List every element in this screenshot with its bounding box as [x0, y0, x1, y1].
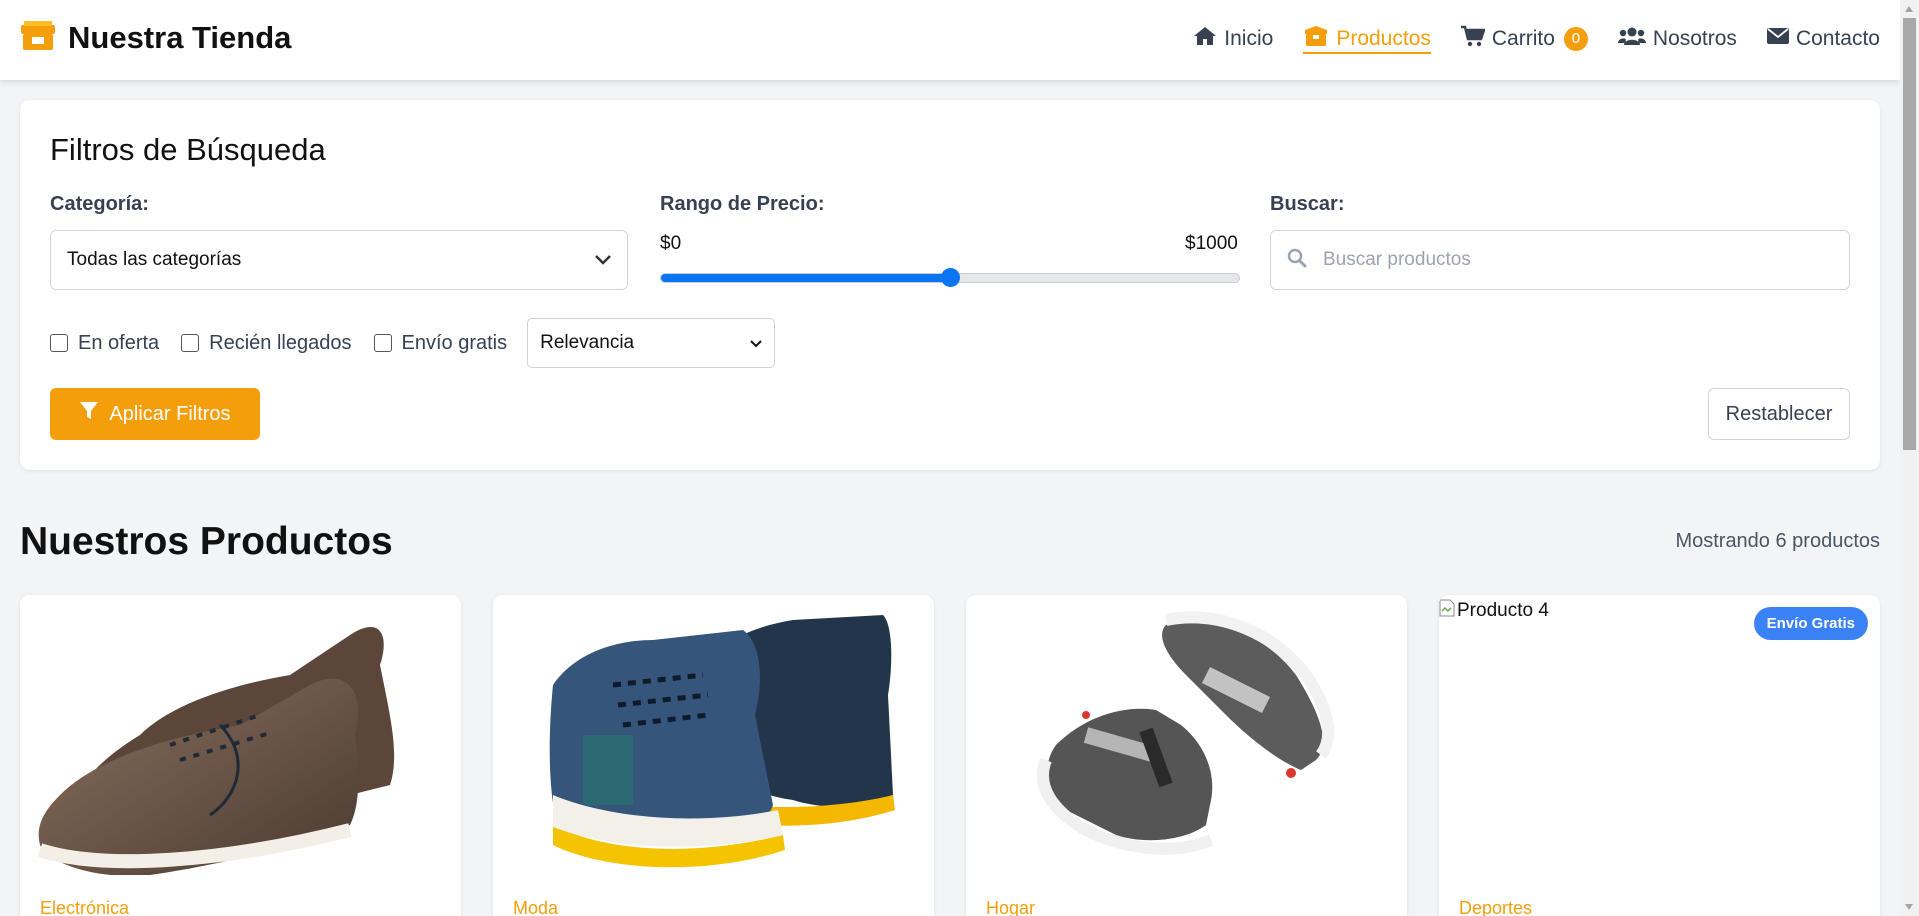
site-header: Nuestra Tienda Inicio Productos Carrito	[0, 0, 1900, 80]
sort-select-value: Relevancia	[540, 332, 635, 353]
products-count: Mostrando 6 productos	[1675, 530, 1880, 552]
checkbox-box[interactable]	[181, 334, 200, 352]
product-image: Producto 4 Envío Gratis	[1439, 595, 1880, 875]
checkbox-envio-gratis[interactable]: Envío gratis	[373, 331, 508, 355]
apply-filters-button[interactable]: Aplicar Filtros	[50, 388, 260, 440]
chevron-down-icon	[750, 332, 762, 354]
nav-nosotros[interactable]: Nosotros	[1617, 26, 1737, 54]
price-label: Rango de Precio:	[660, 193, 825, 215]
filter-icon	[79, 401, 99, 427]
apply-filters-label: Aplicar Filtros	[109, 402, 231, 425]
scroll-down-arrow[interactable]	[1905, 904, 1913, 910]
free-shipping-badge: Envío Gratis	[1753, 607, 1868, 640]
reset-button[interactable]: Restablecer	[1708, 388, 1850, 440]
price-max: $1000	[1185, 233, 1238, 254]
nav-inicio-label: Inicio	[1224, 27, 1274, 50]
category-label: Categoría:	[50, 193, 149, 215]
main-nav: Inicio Productos Carrito 0 Nosotros Cont…	[1193, 0, 1880, 80]
product-card[interactable]: Hogar	[966, 595, 1407, 916]
product-category: Hogar	[986, 898, 1036, 916]
broken-image-icon	[1439, 599, 1455, 623]
chevron-down-icon	[595, 249, 611, 271]
product-image	[966, 595, 1407, 875]
products-title: Nuestros Productos	[20, 520, 393, 563]
search-icon	[1287, 248, 1307, 273]
product-image	[20, 595, 461, 876]
checkbox-en-oferta[interactable]: En oferta	[50, 332, 159, 355]
checkbox-label: Envío gratis	[401, 331, 508, 354]
product-category: Electrónica	[40, 898, 130, 916]
nav-nosotros-label: Nosotros	[1652, 27, 1737, 50]
product-card[interactable]: Moda	[493, 595, 934, 916]
home-icon	[1193, 26, 1217, 52]
site-title: Nuestra Tienda	[68, 20, 292, 55]
cart-count-badge: 0	[1563, 27, 1588, 51]
nav-contacto-label: Contacto	[1795, 27, 1880, 50]
checkbox-label: Recién llegados	[209, 331, 352, 354]
store-icon	[20, 20, 56, 56]
filters-panel: Filtros de Búsqueda Categoría: Todas las…	[20, 100, 1880, 470]
product-card[interactable]: Producto 4 Envío Gratis Deportes	[1439, 595, 1880, 916]
cart-icon	[1460, 25, 1486, 53]
box-icon	[1303, 26, 1329, 52]
users-icon	[1617, 26, 1646, 52]
broken-image: Producto 4	[1439, 599, 1549, 623]
scroll-up-arrow[interactable]	[1905, 6, 1913, 12]
logo[interactable]: Nuestra Tienda	[20, 20, 291, 56]
checkbox-recien-llegados[interactable]: Recién llegados	[181, 331, 352, 355]
price-slider[interactable]	[660, 268, 1240, 287]
scrollbar-thumb[interactable]	[1903, 18, 1916, 450]
price-min: $0	[660, 233, 682, 254]
search-input[interactable]	[1321, 248, 1805, 272]
nav-contacto[interactable]: Contacto	[1766, 27, 1880, 53]
image-alt-text: Producto 4	[1457, 600, 1549, 621]
product-category: Deportes	[1459, 898, 1533, 916]
nav-productos-label: Productos	[1336, 27, 1431, 50]
product-card[interactable]: Electrónica	[20, 595, 461, 916]
nav-productos[interactable]: Productos	[1303, 26, 1431, 54]
sort-select[interactable]: Relevancia	[527, 318, 776, 368]
nav-carrito-label: Carrito	[1491, 27, 1555, 50]
search-label: Buscar:	[1270, 193, 1345, 215]
envelope-icon	[1766, 27, 1789, 51]
nav-carrito[interactable]: Carrito 0	[1460, 25, 1588, 55]
product-image	[493, 595, 934, 875]
price-slider-fill	[661, 274, 950, 282]
filter-options: En oferta Recién llegados Envío gratis R…	[50, 318, 776, 368]
checkbox-label: En oferta	[78, 331, 160, 354]
category-select-value: Todas las categorías	[67, 249, 242, 270]
checkbox-box[interactable]	[50, 334, 68, 352]
price-slider-handle[interactable]	[941, 268, 960, 287]
filters-title: Filtros de Búsqueda	[50, 132, 326, 167]
category-select[interactable]: Todas las categorías	[50, 230, 628, 290]
product-category: Moda	[513, 898, 559, 916]
search-field	[1270, 230, 1850, 290]
page-scrollbar[interactable]	[1900, 0, 1919, 916]
checkbox-box[interactable]	[373, 334, 392, 352]
nav-inicio[interactable]: Inicio	[1193, 26, 1273, 54]
